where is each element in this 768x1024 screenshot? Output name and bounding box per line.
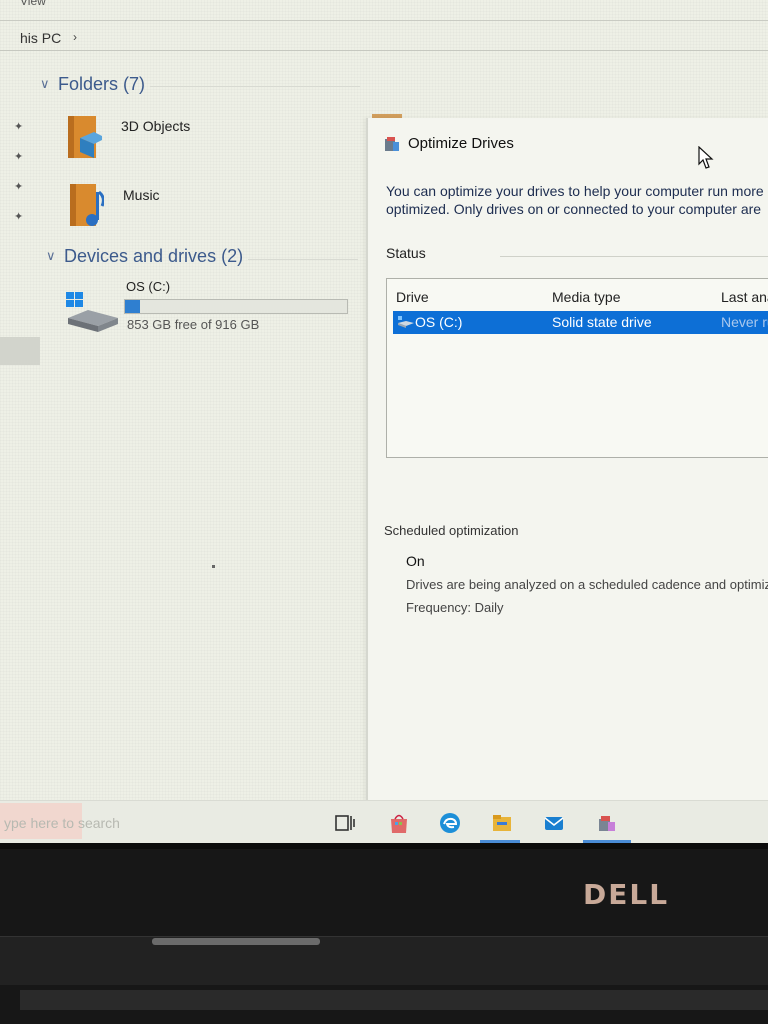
scheduled-optimization-label: Scheduled optimization [384, 523, 519, 538]
dialog-description: You can optimize your drives to help you… [386, 182, 768, 218]
pin-icon: ✦ [14, 121, 24, 133]
group-divider [248, 259, 358, 260]
explorer-menu-bar: View [0, 0, 768, 21]
nav-pane-selected-item[interactable] [0, 337, 40, 365]
dialog-description-line: optimized. Only drives on or connected t… [386, 201, 762, 217]
breadcrumb-this-pc[interactable]: his PC [20, 30, 61, 46]
folder-label-3d-objects[interactable]: 3D Objects [121, 118, 190, 134]
cell-last-analyzed: Never ru [721, 314, 768, 330]
scheduled-state: On [406, 553, 425, 569]
column-header-media-type[interactable]: Media type [552, 289, 620, 305]
scheduled-frequency: Frequency: Daily [406, 600, 504, 615]
cell-drive: OS (C:) [415, 314, 463, 330]
laptop-base [20, 990, 768, 1010]
status-label: Status [386, 245, 426, 261]
group-divider [150, 86, 360, 87]
mail-icon[interactable] [542, 811, 566, 835]
breadcrumb-chevron-icon[interactable]: › [73, 30, 77, 44]
cell-media-type: Solid state drive [552, 314, 652, 330]
folders-group-header[interactable]: ∨ Folders (7) [40, 74, 145, 95]
dell-logo: DELL [583, 878, 670, 911]
column-header-last-analyzed[interactable]: Last ana [721, 289, 768, 305]
drive-free-space: 853 GB free of 916 GB [127, 317, 260, 332]
dialog-title: Optimize Drives [408, 135, 514, 152]
view-menu[interactable]: View [20, 0, 46, 8]
drive-name[interactable]: OS (C:) [126, 279, 170, 294]
edge-icon[interactable] [438, 811, 462, 835]
pin-icon: ✦ [14, 181, 24, 193]
address-bar[interactable]: his PC › [0, 24, 768, 51]
quick-access-pins: ✦ ✦ ✦ ✦ [14, 120, 28, 240]
file-explorer-icon[interactable] [490, 811, 514, 835]
mouse-cursor-icon [698, 146, 714, 169]
column-header-drive[interactable]: Drive [396, 289, 429, 305]
drive-usage-fill [125, 300, 141, 313]
hinge-slot [152, 938, 320, 945]
screen-speck [212, 565, 215, 568]
task-view-icon[interactable] [333, 811, 357, 835]
optimize-drives-icon [385, 137, 399, 151]
optimize-drives-dialog: Optimize Drives You can optimize your dr… [366, 118, 768, 828]
drives-table: Drive Media type Last ana OS (C:) Solid … [386, 278, 768, 458]
screen: View his PC › ✦ ✦ ✦ ✦ ∨ Folders (7) 3D Ob… [0, 0, 768, 843]
taskbar: ype here to search [0, 800, 768, 843]
dialog-description-line: You can optimize your drives to help you… [386, 183, 764, 199]
bezel-edge [0, 843, 768, 849]
devices-group-header[interactable]: ∨ Devices and drives (2) [46, 246, 243, 267]
3d-objects-folder-icon[interactable] [66, 112, 102, 160]
taskbar-search-input[interactable]: ype here to search [4, 815, 120, 831]
chevron-down-icon[interactable]: ∨ [46, 248, 64, 264]
folder-label-music[interactable]: Music [123, 187, 160, 203]
drive-usage-bar [124, 299, 348, 314]
hard-drive-icon[interactable] [64, 290, 120, 334]
pin-icon: ✦ [14, 151, 24, 163]
status-divider [500, 256, 768, 257]
defrag-icon[interactable] [595, 811, 619, 835]
music-folder-icon[interactable] [68, 180, 104, 228]
pin-icon: ✦ [14, 211, 24, 223]
drive-icon [398, 316, 414, 328]
devices-header-label: Devices and drives (2) [64, 246, 244, 266]
scheduled-description: Drives are being analyzed on a scheduled… [406, 577, 768, 592]
laptop-hinge [0, 936, 768, 985]
folders-header-label: Folders (7) [58, 74, 146, 94]
chevron-down-icon[interactable]: ∨ [40, 76, 58, 92]
store-icon[interactable] [387, 811, 411, 835]
table-row[interactable]: OS (C:) Solid state drive Never ru [393, 311, 768, 334]
